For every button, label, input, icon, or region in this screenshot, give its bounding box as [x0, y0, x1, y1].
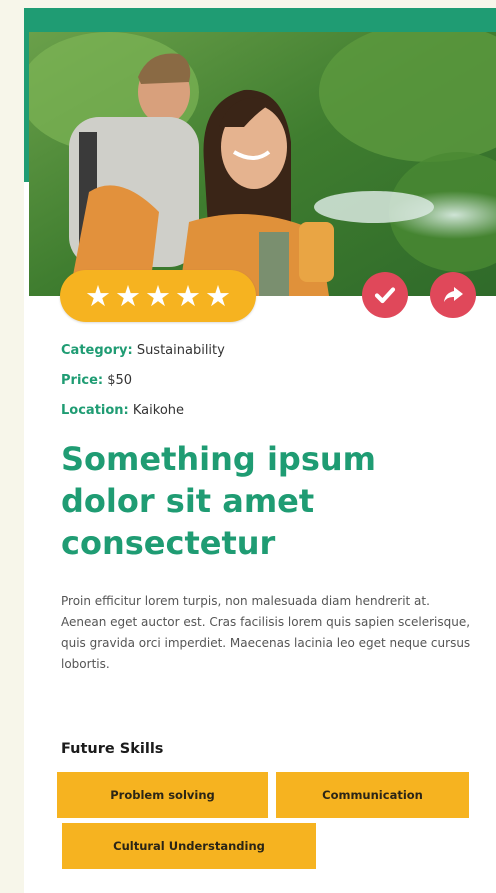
activity-card: ★ ★ ★ ★ ★ Category: Sustainability Price…: [24, 8, 496, 893]
share-arrow-icon: [444, 287, 463, 302]
skill-tag[interactable]: Cultural Understanding: [62, 823, 316, 869]
skills-heading: Future Skills: [61, 741, 164, 757]
star-icon: ★: [175, 278, 201, 313]
price-value: $50: [107, 373, 133, 388]
check-icon: [374, 287, 396, 304]
location-value: Kaikohe: [132, 403, 185, 418]
price-label: Price:: [61, 373, 104, 388]
star-icon: ★: [205, 278, 231, 313]
location-row: Location: Kaikohe: [61, 396, 481, 426]
category-label: Category:: [61, 343, 133, 358]
price-row: Price: $50: [61, 366, 481, 396]
star-icon: ★: [145, 278, 171, 313]
skill-tag[interactable]: Communication: [276, 772, 469, 818]
hero-image: [29, 32, 496, 296]
card-top-bar: [24, 8, 496, 32]
activity-title: Something ipsum dolor sit amet consectet…: [61, 440, 376, 562]
star-icon: ★: [85, 278, 111, 313]
skill-tag[interactable]: Problem solving: [57, 772, 268, 818]
category-value: Sustainability: [136, 343, 225, 358]
star-rating: ★ ★ ★ ★ ★: [60, 270, 256, 322]
category-row: Category: Sustainability: [61, 336, 481, 366]
mark-complete-button[interactable]: [362, 272, 408, 318]
star-icon: ★: [115, 278, 141, 313]
activity-description: Proin efficitur lorem turpis, non malesu…: [61, 594, 471, 671]
share-button[interactable]: [430, 272, 476, 318]
location-label: Location:: [61, 403, 129, 418]
activity-meta: Category: Sustainability Price: $50 Loca…: [61, 336, 481, 426]
